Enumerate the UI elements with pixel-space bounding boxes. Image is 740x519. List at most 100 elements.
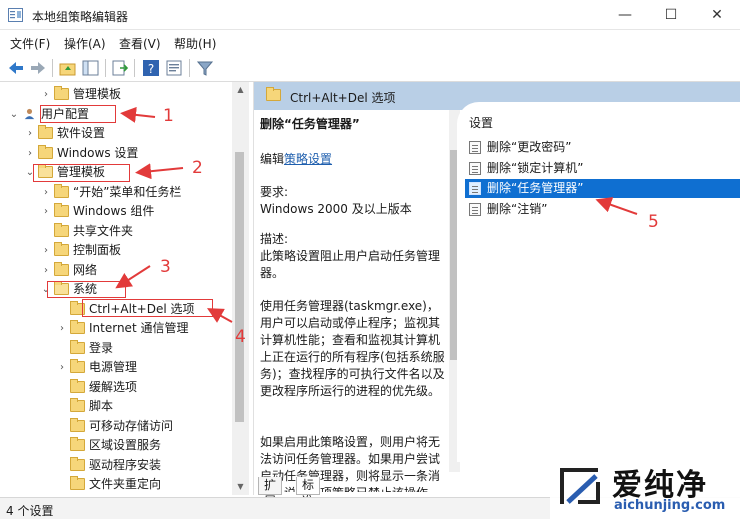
tree-scrollbar[interactable]: ▲ ▼ (232, 82, 249, 495)
requirements-value: Windows 2000 及以上版本 (260, 202, 412, 216)
folder-icon (70, 417, 85, 432)
tree-item[interactable]: › Internet 通信管理 (56, 319, 250, 338)
tree-item[interactable]: 缓解选项 (56, 378, 250, 397)
folder-icon (70, 378, 85, 393)
properties-icon[interactable] (164, 58, 184, 78)
setting-label: 删除“锁定计算机” (487, 160, 584, 175)
folder-icon (38, 125, 53, 139)
tree-item-label: 共享文件夹 (73, 223, 134, 238)
folder-icon (70, 398, 85, 412)
folder-icon (38, 144, 53, 159)
tab-extended[interactable]: 扩展 (258, 477, 283, 508)
tree-item-label: 电源管理 (89, 360, 138, 374)
tree-item[interactable]: 可移动存储访问 (56, 417, 250, 436)
tree-item[interactable]: › Windows 设置 (24, 144, 244, 163)
show-hide-tree-icon[interactable] (81, 58, 101, 78)
expand-chevron-icon[interactable]: › (56, 319, 68, 338)
setting-row[interactable]: 删除“注销” (465, 200, 740, 219)
help-icon[interactable]: ? (141, 58, 161, 78)
folder-icon (70, 339, 85, 354)
maximize-button[interactable]: ☐ (648, 0, 694, 30)
tree-item-label: 文件夹重定向 (89, 477, 162, 491)
menu-help[interactable]: 帮助(H) (174, 35, 216, 52)
folder-icon (70, 437, 85, 451)
tree-item[interactable]: 脚本 (56, 397, 250, 416)
forward-arrow-icon[interactable] (28, 58, 48, 78)
setting-row[interactable]: 删除“锁定计算机” (465, 159, 740, 178)
folder-icon (54, 242, 69, 256)
description-para1: 使用任务管理器(taskmgr.exe)，用户可以启动或停止程序；监视其计算机性… (260, 299, 445, 398)
tree-item[interactable]: › “开始”菜单和任务栏 (40, 183, 250, 202)
expand-chevron-icon[interactable]: ⌄ (8, 105, 20, 124)
expand-chevron-icon[interactable]: › (24, 124, 36, 143)
details-pane: Ctrl+Alt+Del 选项 删除“任务管理器” 编辑策略设置 要求: Win… (253, 82, 740, 508)
expand-chevron-icon[interactable]: › (56, 358, 68, 377)
tree-item[interactable]: › 管理模板 (40, 85, 250, 104)
scroll-up-arrow-icon[interactable]: ▲ (232, 82, 249, 98)
policy-editor-icon (8, 8, 23, 22)
tab-standard[interactable]: 标准 (296, 477, 321, 508)
status-text: 4 个设置 (6, 504, 54, 518)
tree-item[interactable]: › 电源管理 (56, 358, 250, 377)
setting-row[interactable]: 删除“任务管理器” (465, 179, 740, 198)
folder-icon (70, 359, 85, 373)
requirements-label: 要求: (260, 185, 289, 199)
expand-chevron-icon[interactable]: › (40, 202, 52, 221)
scroll-thumb[interactable] (235, 152, 244, 422)
annotation-label-1: 1 (163, 106, 174, 126)
tree-item[interactable]: › 软件设置 (24, 124, 244, 143)
tree-item-label: Windows 设置 (57, 145, 139, 160)
annotation-label-5: 5 (648, 212, 659, 232)
close-button[interactable]: ✕ (694, 0, 740, 30)
description-para2: 如果启用此策略设置，则用户将无法访问任务管理器。如果用户尝试启动任务管理器，则将… (260, 435, 441, 492)
setting-label: 删除“任务管理器” (487, 181, 584, 195)
expand-chevron-icon[interactable]: › (40, 85, 52, 104)
menu-view[interactable]: 查看(V) (119, 35, 161, 52)
expand-chevron-icon[interactable]: › (24, 144, 36, 163)
tree-item-label: 软件设置 (57, 126, 106, 140)
expand-chevron-icon[interactable]: › (40, 241, 52, 260)
tree-item-label: 网络 (73, 262, 98, 277)
watermark-url: aichunjing.com (614, 498, 726, 513)
scroll-down-arrow-icon[interactable]: ▼ (232, 479, 249, 495)
tree-item-label: 登录 (89, 340, 114, 355)
expand-chevron-icon[interactable]: › (40, 183, 52, 202)
tree-item[interactable]: 驱动程序安装 (56, 456, 250, 475)
tree-item[interactable]: › Windows 组件 (40, 202, 250, 221)
section-title: Ctrl+Alt+Del 选项 (290, 91, 396, 105)
annotation-label-2: 2 (192, 158, 203, 178)
minimize-button[interactable]: — (602, 0, 648, 30)
settings-column-header[interactable]: 设置 (469, 114, 493, 131)
folder-icon (54, 183, 69, 198)
tree-item[interactable]: 文件夹重定向 (56, 475, 250, 494)
export-list-icon[interactable] (110, 58, 130, 78)
tree-item-label: Internet 通信管理 (89, 321, 189, 335)
tree-item[interactable]: 登录 (56, 339, 250, 358)
tree-item[interactable]: › 控制面板 (40, 241, 250, 260)
tree-item[interactable]: 区域设置服务 (56, 436, 250, 455)
description-text: 此策略设置阻止用户启动任务管理器。 (260, 249, 441, 280)
back-arrow-icon[interactable] (6, 58, 26, 78)
folder-icon (54, 261, 69, 276)
tree-item-label: 缓解选项 (89, 379, 138, 394)
window-title: 本地组策略编辑器 (32, 10, 129, 24)
up-folder-icon[interactable] (58, 58, 78, 78)
description-label: 描述: (260, 232, 289, 246)
highlight-admin-templates (33, 164, 130, 182)
filter-icon[interactable] (195, 58, 215, 78)
annotation-label-3: 3 (160, 257, 171, 277)
menu-action[interactable]: 操作(A) (64, 35, 106, 52)
tree-item-label: 驱动程序安装 (89, 457, 162, 472)
folder-icon (54, 86, 69, 100)
setting-row[interactable]: 删除“更改密码” (465, 138, 740, 157)
expand-chevron-icon[interactable]: › (40, 261, 52, 280)
svg-text:?: ? (148, 62, 154, 76)
setting-label: 删除“更改密码” (487, 140, 572, 154)
tree-item-label: Windows 组件 (73, 204, 155, 218)
settings-list: 设置 删除“更改密码” 删除“锁定计算机” 删除“任务管理器” 删除“注销” (457, 102, 740, 462)
menu-file[interactable]: 文件(F) (10, 35, 50, 52)
tree-item[interactable]: 共享文件夹 (40, 222, 250, 241)
edit-policy-link[interactable]: 策略设置 (284, 152, 332, 166)
highlight-system (47, 281, 126, 298)
tree-item[interactable]: › 网络 (40, 261, 250, 280)
